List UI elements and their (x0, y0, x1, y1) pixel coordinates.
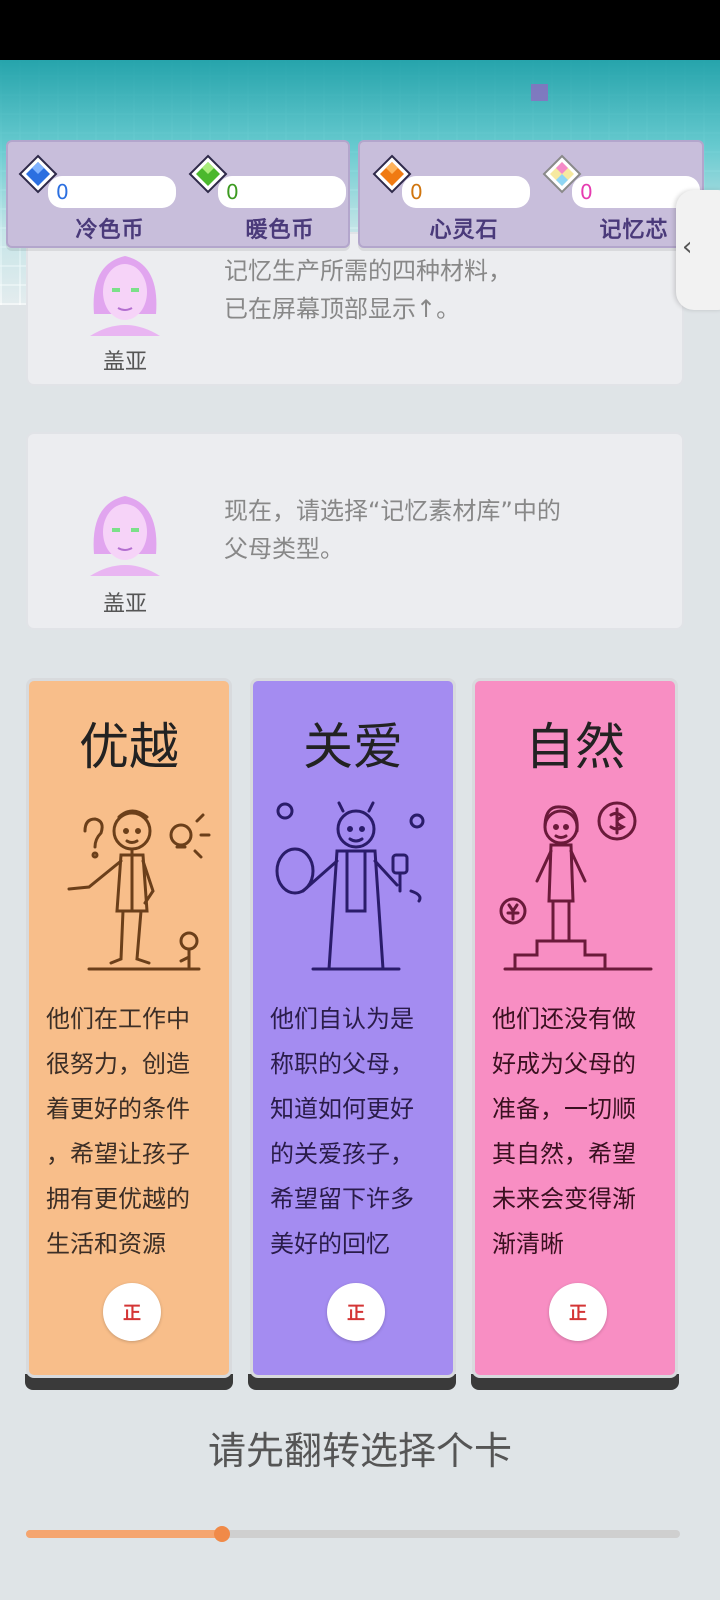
mosaic-highlight-tile (531, 84, 548, 101)
desc-line: 他们还没有做 (492, 1005, 636, 1033)
desc-line: 他们自认为是 (270, 1005, 414, 1033)
card-title: 优越 (79, 718, 179, 776)
side-panel-toggle[interactable]: ‹ (676, 190, 720, 310)
desc-line: ，希望让孩子 (46, 1140, 190, 1168)
badge-label: 正 (569, 1303, 587, 1324)
dialog-text: 现在，请选择“记忆素材库”中的 父母类型。 (224, 492, 561, 568)
card-title: 关爱 (303, 718, 403, 776)
card-natural[interactable]: 自然 他们还没有做 好成为父母的 准备，一切顺 其自然，希望 未来会变得渐 渐清… (472, 678, 678, 1378)
resource-value: 0 (402, 176, 530, 208)
card-caring[interactable]: 关爱 他们自认为是 称职的父母， 知道如何更好 的关爱孩子， 希望留下许多 美好… (250, 678, 456, 1378)
desc-line: 好成为父母的 (492, 1050, 636, 1078)
progress-fill (26, 1530, 223, 1538)
resource-panel-coins: 0 冷色币 0 暖色币 (6, 140, 350, 248)
dialog-line: 现在，请选择“记忆素材库”中的 (224, 497, 561, 525)
desc-line: 其自然，希望 (492, 1140, 636, 1168)
desc-line: 准备，一切顺 (492, 1095, 636, 1123)
dialog-line: 已在屏幕顶部显示↑。 (224, 295, 461, 323)
resource-warm-coin[interactable]: 0 暖色币 (188, 154, 348, 243)
dialog-line: 记忆生产所需的四种材料， (224, 257, 512, 285)
desc-line: 希望留下许多 (270, 1185, 414, 1213)
dialog-box-2: 盖亚 现在，请选择“记忆素材库”中的 父母类型。 (26, 432, 684, 630)
desc-line: 拥有更优越的 (46, 1185, 190, 1213)
dialog-text: 记忆生产所需的四种材料， 已在屏幕顶部显示↑。 (224, 252, 512, 328)
speaker-name: 盖亚 (102, 592, 147, 617)
resource-heart-stone[interactable]: 0 心灵石 (372, 154, 532, 243)
desc-line: 渐清晰 (492, 1230, 564, 1258)
resource-panel-materials: 0 心灵石 0 记忆芯 (358, 140, 704, 248)
resource-cold-coin[interactable]: 0 冷色币 (18, 154, 178, 243)
card-description: 他们自认为是 称职的父母， 知道如何更好 的关爱孩子， 希望留下许多 美好的回忆 (270, 997, 442, 1267)
gaia-avatar (90, 496, 160, 576)
card-title: 自然 (525, 718, 625, 776)
card-superior[interactable]: 优越 他们在工作中 很努力，创造 着更好的条件 ，希望让孩子 拥有更优越的 生活… (26, 678, 232, 1378)
progress-bar (26, 1526, 680, 1542)
resource-label: 冷色币 (75, 218, 145, 243)
chevron-left-icon: ‹ (682, 232, 693, 262)
instruction-text: 请先翻转选择个卡 (207, 1429, 512, 1473)
desc-line: 的关爱孩子， (270, 1140, 414, 1168)
resource-label: 心灵石 (429, 218, 499, 243)
desc-line: 称职的父母， (270, 1050, 414, 1078)
progress-thumb (214, 1526, 231, 1542)
desc-line: 知道如何更好 (270, 1095, 414, 1123)
badge-label: 正 (347, 1303, 365, 1324)
dialog-line: 父母类型。 (224, 535, 344, 563)
desc-line: 他们在工作中 (46, 1005, 190, 1033)
resource-label: 暖色币 (245, 218, 315, 243)
desc-line: 很努力，创造 (46, 1050, 190, 1078)
desc-line: 生活和资源 (46, 1230, 166, 1258)
speaker-name: 盖亚 (102, 350, 147, 375)
card-description: 他们在工作中 很努力，创造 着更好的条件 ，希望让孩子 拥有更优越的 生活和资源 (46, 997, 218, 1267)
cooking-parent-illustration (275, 801, 425, 971)
card-description: 他们还没有做 好成为父母的 准备，一切顺 其自然，希望 未来会变得渐 渐清晰 (492, 997, 664, 1267)
desc-line: 未来会变得渐 (492, 1185, 636, 1213)
desc-line: 着更好的条件 (46, 1095, 190, 1123)
status-bar (0, 0, 720, 60)
resource-value: 0 (48, 176, 176, 208)
dialog-box-1: 盖亚 记忆生产所需的四种材料， 已在屏幕顶部显示↑。 (26, 232, 684, 386)
flip-badge-icon[interactable]: 正 (549, 1283, 607, 1341)
badge-label: 正 (123, 1303, 141, 1324)
woman-on-steps-illustration (499, 801, 653, 971)
resource-value: 0 (218, 176, 346, 208)
gaia-avatar (90, 256, 160, 336)
flip-badge-icon[interactable]: 正 (103, 1283, 161, 1341)
desc-line: 美好的回忆 (270, 1230, 390, 1258)
flip-badge-icon[interactable]: 正 (327, 1283, 385, 1341)
thinking-man-illustration (67, 809, 211, 971)
